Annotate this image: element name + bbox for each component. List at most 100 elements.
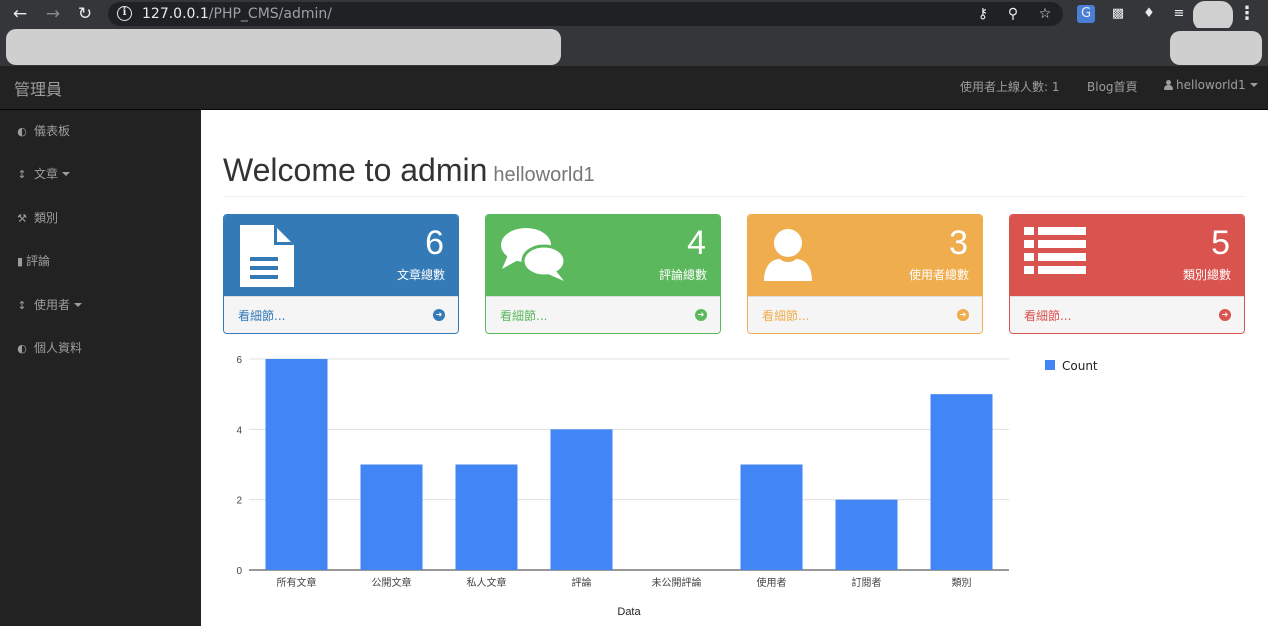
address-bar[interactable]: i 127.0.0.1/PHP_CMS/admin/ ⚷ ⚲ ☆ — [108, 2, 1063, 26]
caret-down-icon — [1249, 83, 1258, 87]
arrow-circle-right-icon: ➜ — [695, 309, 707, 321]
blog-home-link[interactable]: Blog首頁 — [1087, 78, 1138, 95]
line-extension-icon[interactable]: ▩ — [1109, 5, 1127, 23]
sidebar-item-dashboard[interactable]: ◐ 儀表板 — [15, 121, 70, 141]
media-control-icon[interactable]: ≡ — [1170, 5, 1188, 23]
reload-icon[interactable]: ↻ — [74, 3, 96, 25]
sidebar-item-posts[interactable]: ↕ 文章 — [15, 164, 71, 184]
arrow-circle-right-icon: ➜ — [957, 309, 969, 321]
caret-down-icon — [62, 172, 71, 176]
users-count-label: 使用者總數 — [908, 268, 969, 282]
categories-details-link[interactable]: 看細節... ➜ — [1010, 296, 1244, 333]
bar — [360, 464, 423, 570]
browser-toolbar: ← → ↻ i 127.0.0.1/PHP_CMS/admin/ ⚷ ⚲ ☆ G… — [0, 0, 1268, 31]
x-tick-label: 未公開評論 — [652, 576, 702, 589]
user-dropdown-label: helloworld1 — [1176, 78, 1246, 92]
bar — [740, 464, 803, 570]
sidebar-item-label: 評論 — [26, 254, 51, 268]
sidebar-item-label: 文章 — [34, 167, 59, 181]
arrow-circle-right-icon: ➜ — [433, 309, 445, 321]
url-text[interactable]: 127.0.0.1/PHP_CMS/admin/ — [142, 6, 332, 22]
online-users-count[interactable]: 使用者上線人數: 1 — [960, 78, 1060, 95]
sidebar-item-label: 類別 — [34, 211, 59, 225]
categories-panel: 5 類別總數 看細節... ➜ — [1009, 214, 1245, 334]
details-link-text: 看細節... — [500, 309, 548, 323]
arrows-v-icon: ↕ — [17, 299, 27, 312]
categories-panel-heading: 5 類別總數 — [1010, 215, 1244, 296]
page-title: Welcome to admin — [223, 152, 488, 188]
browser-menu-icon[interactable]: ⋮ — [1238, 3, 1256, 25]
bar — [455, 464, 518, 570]
zoom-icon[interactable]: ⚲ — [1004, 5, 1022, 23]
comments-details-link[interactable]: 看細節... ➜ — [486, 296, 720, 333]
profile-avatar[interactable] — [1193, 1, 1233, 31]
top-navbar: 管理員 使用者上線人數: 1 Blog首頁 helloworld1 — [0, 66, 1268, 110]
details-link-text: 看細節... — [1024, 309, 1072, 323]
sidebar-item-label: 個人資料 — [34, 341, 83, 355]
brand-link[interactable]: 管理員 — [14, 76, 62, 100]
sidebar-item-label: 使用者 — [34, 298, 71, 312]
caret-down-icon — [74, 303, 83, 307]
bar-chart: 0 2 4 6 所有文章 公開文章 私人文章 評論 未公開評論 使用者 訂閱者 類別 Data — [236, 355, 1009, 618]
comments-panel-heading: 4 評論總數 — [486, 215, 720, 296]
user-icon — [764, 229, 812, 281]
sidebar-item-label: 儀表板 — [34, 124, 71, 138]
sidebar-item-categories[interactable]: ⚒ 類別 — [15, 208, 58, 228]
x-tick-label: 訂閱者 — [852, 576, 882, 589]
bookmark-star-icon[interactable]: ☆ — [1036, 5, 1054, 23]
extensions-puzzle-icon[interactable]: ♦ — [1140, 5, 1158, 23]
key-icon[interactable]: ⚷ — [974, 5, 992, 23]
file-text-icon — [240, 225, 294, 287]
comments-count: 4 — [687, 224, 706, 262]
users-count: 3 — [949, 224, 968, 262]
wrench-icon: ⚒ — [17, 212, 27, 225]
x-tick-label: 類別 — [952, 577, 972, 589]
details-link-text: 看細節... — [238, 309, 286, 323]
posts-count: 6 — [425, 224, 444, 262]
y-tick-label: 2 — [236, 496, 242, 507]
comments-icon — [501, 228, 567, 281]
chart-legend: Count — [1045, 359, 1098, 373]
x-tick-label: 公開文章 — [372, 576, 412, 589]
y-tick-label: 6 — [236, 355, 242, 366]
bar — [550, 429, 613, 570]
posts-details-link[interactable]: 看細節... ➜ — [224, 296, 458, 333]
forward-icon[interactable]: → — [42, 3, 64, 25]
posts-panel-heading: 6 文章總數 — [224, 215, 458, 296]
site-info-icon[interactable]: i — [117, 6, 132, 21]
comments-panel: 4 評論總數 看細節... ➜ — [485, 214, 721, 334]
blurred-bookmarks — [6, 29, 561, 65]
x-tick-label: 評論 — [572, 576, 592, 589]
arrow-circle-right-icon: ➜ — [1219, 309, 1231, 321]
legend-series-label: Count — [1062, 359, 1098, 373]
users-panel-heading: 3 使用者總數 — [748, 215, 982, 296]
users-details-link[interactable]: 看細節... ➜ — [748, 296, 982, 333]
back-icon[interactable]: ← — [9, 3, 31, 25]
arrows-v-icon: ↕ — [17, 168, 27, 181]
bookmarks-bar — [0, 28, 1268, 66]
x-tick-label: 所有文章 — [277, 576, 317, 589]
posts-panel: 6 文章總數 看細節... ➜ — [223, 214, 459, 334]
user-icon — [1164, 80, 1173, 90]
sidebar: ◐ 儀表板 ↕ 文章 ⚒ 類別 ▮ 評論 ↕ 使用者 ◐ 個人資料 — [0, 110, 201, 626]
x-tick-label: 使用者 — [757, 576, 787, 589]
y-tick-label: 4 — [236, 425, 242, 436]
file-icon: ▮ — [16, 255, 24, 268]
x-tick-label: 私人文章 — [467, 576, 507, 589]
bar — [265, 359, 328, 570]
sidebar-item-profile[interactable]: ◐ 個人資料 — [15, 338, 82, 358]
dashboard-icon: ◐ — [17, 342, 27, 355]
sidebar-item-users[interactable]: ↕ 使用者 — [15, 295, 83, 315]
details-link-text: 看細節... — [762, 309, 810, 323]
page-subtitle: helloworld1 — [493, 164, 595, 186]
posts-count-label: 文章總數 — [396, 268, 445, 282]
sidebar-item-comments[interactable]: ▮ 評論 — [15, 251, 50, 271]
translate-extension-icon[interactable]: G — [1077, 5, 1095, 23]
y-tick-label: 0 — [236, 566, 242, 577]
main-content: Welcome to admin helloworld1 6 文章總數 看細節..… — [201, 110, 1268, 626]
dashboard-icon: ◐ — [17, 125, 27, 138]
list-icon — [1024, 227, 1086, 274]
user-dropdown[interactable]: helloworld1 — [1164, 78, 1258, 92]
categories-count-label: 類別總數 — [1182, 268, 1231, 282]
categories-count: 5 — [1211, 224, 1230, 262]
